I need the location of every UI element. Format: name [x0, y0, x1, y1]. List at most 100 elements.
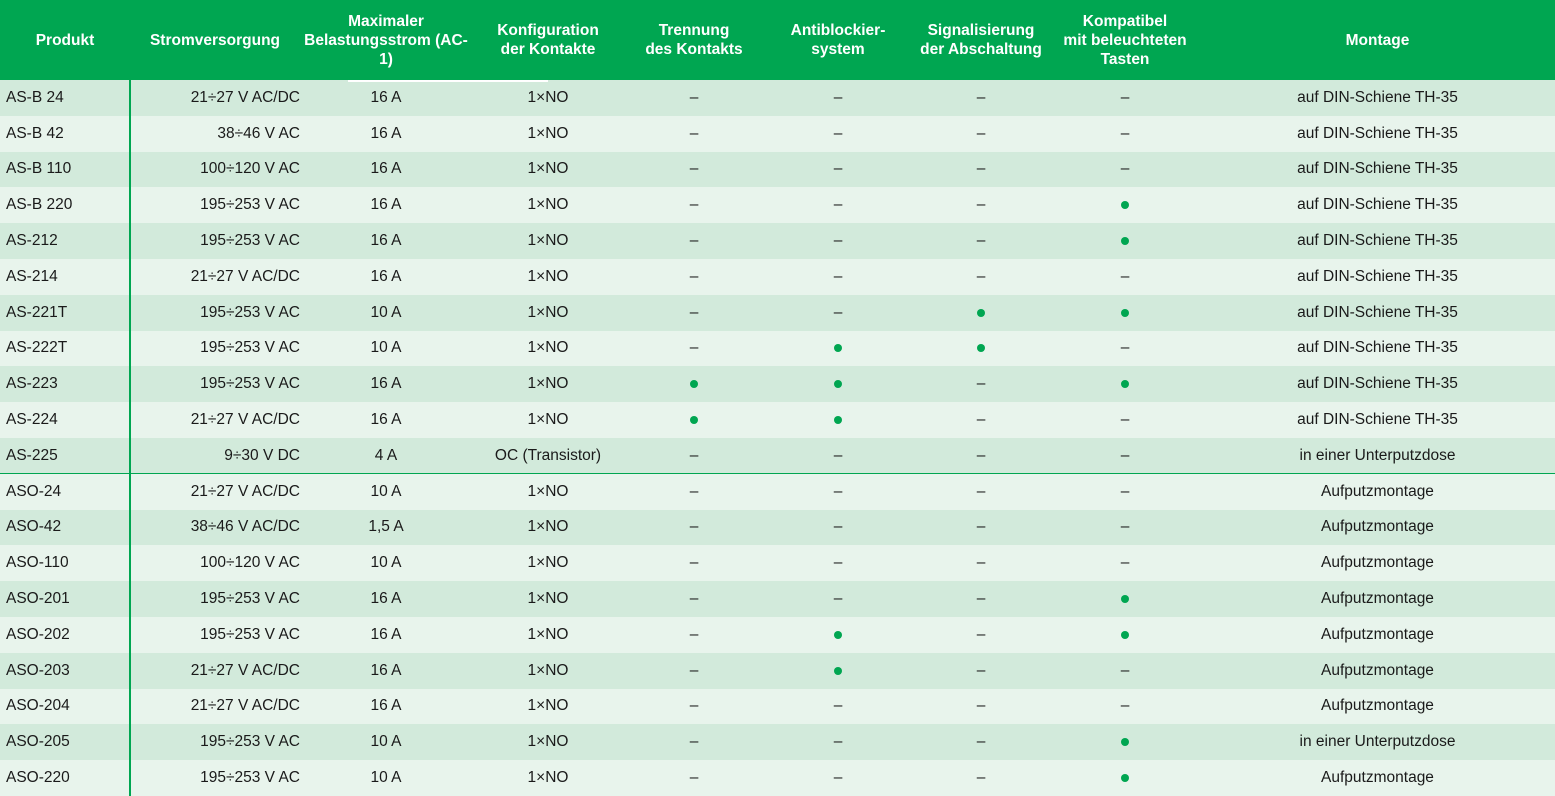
- cell-strom: 38÷46 V AC/DC: [130, 510, 300, 546]
- cell-produkt: ASO-220: [0, 760, 131, 796]
- product-name: AS-223: [6, 375, 58, 393]
- cell-value: 16 A: [370, 590, 402, 608]
- cell-value: –: [1120, 661, 1130, 679]
- cell-montage: Aufputzmontage: [1200, 510, 1555, 546]
- cell-konf: 1×NO: [472, 152, 624, 188]
- cell-anti: [764, 617, 912, 653]
- cell-value: auf DIN-Schiene TH-35: [1297, 375, 1458, 393]
- product-name: ASO-202: [6, 625, 70, 643]
- yes-dot-icon: [1121, 308, 1129, 317]
- cell-konf: 1×NO: [472, 223, 624, 259]
- cell-value: 195÷253 V AC: [200, 625, 300, 643]
- cell-value: auf DIN-Schiene TH-35: [1297, 88, 1458, 106]
- cell-anti: –: [764, 724, 912, 760]
- yes-dot-icon: [977, 344, 985, 353]
- cell-value: –: [976, 554, 986, 572]
- cell-value: 38÷46 V AC/DC: [190, 518, 300, 536]
- cell-kompat: –: [1050, 510, 1200, 546]
- cell-value: Aufputzmontage: [1321, 661, 1434, 679]
- cell-anti: –: [764, 80, 912, 116]
- header-montage: Montage: [1345, 31, 1410, 49]
- cell-kompat: –: [1050, 689, 1200, 725]
- product-name: AS-225: [6, 446, 58, 464]
- cell-last: 10 A: [300, 545, 472, 581]
- cell-value: 16 A: [370, 661, 402, 679]
- table-row: ASO-42 38÷46 V AC/DC 1,5 A 1×NO – – – – Aufputzm…: [0, 509, 1555, 546]
- cell-signal: [912, 331, 1050, 367]
- cell-konf: 1×NO: [472, 295, 624, 331]
- cell-anti: [764, 366, 912, 402]
- product-name: AS-B 42: [6, 124, 64, 142]
- cell-last: 16 A: [300, 152, 472, 188]
- cell-produkt: AS-212: [0, 223, 131, 259]
- cell-anti: –: [764, 438, 912, 474]
- product-comparison-table: Produkt Stromversorgung Maximaler Belast…: [0, 0, 1555, 796]
- cell-kompat: [1050, 223, 1200, 259]
- cell-montage: Aufputzmontage: [1200, 473, 1555, 510]
- cell-value: 1×NO: [527, 661, 569, 679]
- cell-signal: –: [912, 259, 1050, 295]
- cell-signal: –: [912, 366, 1050, 402]
- cell-anti: –: [764, 223, 912, 259]
- cell-montage: Aufputzmontage: [1200, 581, 1555, 617]
- cell-value: 9÷30 V DC: [224, 446, 300, 464]
- cell-value: in einer Unterputzdose: [1299, 733, 1456, 751]
- cell-produkt: ASO-110: [0, 545, 131, 582]
- cell-value: 1×NO: [527, 590, 569, 608]
- cell-produkt: ASO-205: [0, 724, 131, 761]
- cell-strom: 21÷27 V AC/DC: [130, 473, 300, 510]
- product-name: ASO-110: [6, 554, 69, 572]
- cell-value: –: [1120, 554, 1130, 572]
- cell-konf: 1×NO: [472, 760, 624, 796]
- cell-value: –: [689, 267, 699, 285]
- cell-anti: –: [764, 473, 912, 510]
- cell-value: 21÷27 V AC/DC: [190, 411, 300, 429]
- cell-value: –: [689, 88, 699, 106]
- cell-trenn: –: [624, 653, 764, 689]
- cell-montage: in einer Unterputzdose: [1200, 438, 1555, 474]
- table-row: ASO-202 195÷253 V AC 16 A 1×NO – – Aufputzmont…: [0, 616, 1555, 653]
- cell-signal: –: [912, 689, 1050, 725]
- cell-value: –: [976, 733, 986, 751]
- cell-value: –: [976, 625, 986, 643]
- cell-signal: –: [912, 617, 1050, 653]
- cell-value: –: [689, 661, 699, 679]
- cell-value: 38÷46 V AC: [217, 124, 300, 142]
- cell-konf: 1×NO: [472, 116, 624, 152]
- cell-kompat: [1050, 724, 1200, 760]
- cell-value: –: [833, 769, 843, 787]
- cell-signal: –: [912, 402, 1050, 438]
- cell-value: –: [976, 411, 986, 429]
- cell-kompat: –: [1050, 259, 1200, 295]
- cell-value: –: [976, 446, 986, 464]
- cell-value: 21÷27 V AC/DC: [190, 697, 300, 715]
- cell-value: 195÷253 V AC: [200, 769, 300, 787]
- table-row: AS-B 220 195÷253 V AC 16 A 1×NO – – – auf DIN-S…: [0, 187, 1555, 224]
- cell-value: 16 A: [370, 88, 402, 106]
- cell-signal: [912, 295, 1050, 331]
- cell-kompat: [1050, 581, 1200, 617]
- cell-value: in einer Unterputzdose: [1299, 446, 1456, 464]
- cell-value: OC (Transistor): [494, 446, 602, 464]
- yes-dot-icon: [1121, 773, 1129, 782]
- cell-produkt: AS-B 110: [0, 151, 131, 188]
- table-row: AS-222T 195÷253 V AC 10 A 1×NO – – auf DIN-Sch…: [0, 330, 1555, 367]
- cell-value: 16 A: [370, 124, 402, 142]
- cell-value: –: [833, 303, 843, 321]
- cell-trenn: –: [624, 187, 764, 223]
- cell-konf: 1×NO: [472, 80, 624, 116]
- cell-signal: –: [912, 653, 1050, 689]
- cell-value: 21÷27 V AC/DC: [190, 267, 300, 285]
- cell-strom: 21÷27 V AC/DC: [130, 402, 300, 438]
- cell-value: 4 A: [374, 446, 398, 464]
- cell-signal: –: [912, 510, 1050, 546]
- cell-value: 195÷253 V AC: [200, 232, 300, 250]
- product-name: ASO-204: [6, 697, 70, 715]
- cell-value: –: [976, 124, 986, 142]
- cell-value: 195÷253 V AC: [200, 196, 300, 214]
- cell-value: 195÷253 V AC: [200, 303, 300, 321]
- cell-last: 16 A: [300, 187, 472, 223]
- cell-last: 10 A: [300, 760, 472, 796]
- cell-konf: 1×NO: [472, 545, 624, 581]
- cell-strom: 195÷253 V AC: [130, 366, 300, 402]
